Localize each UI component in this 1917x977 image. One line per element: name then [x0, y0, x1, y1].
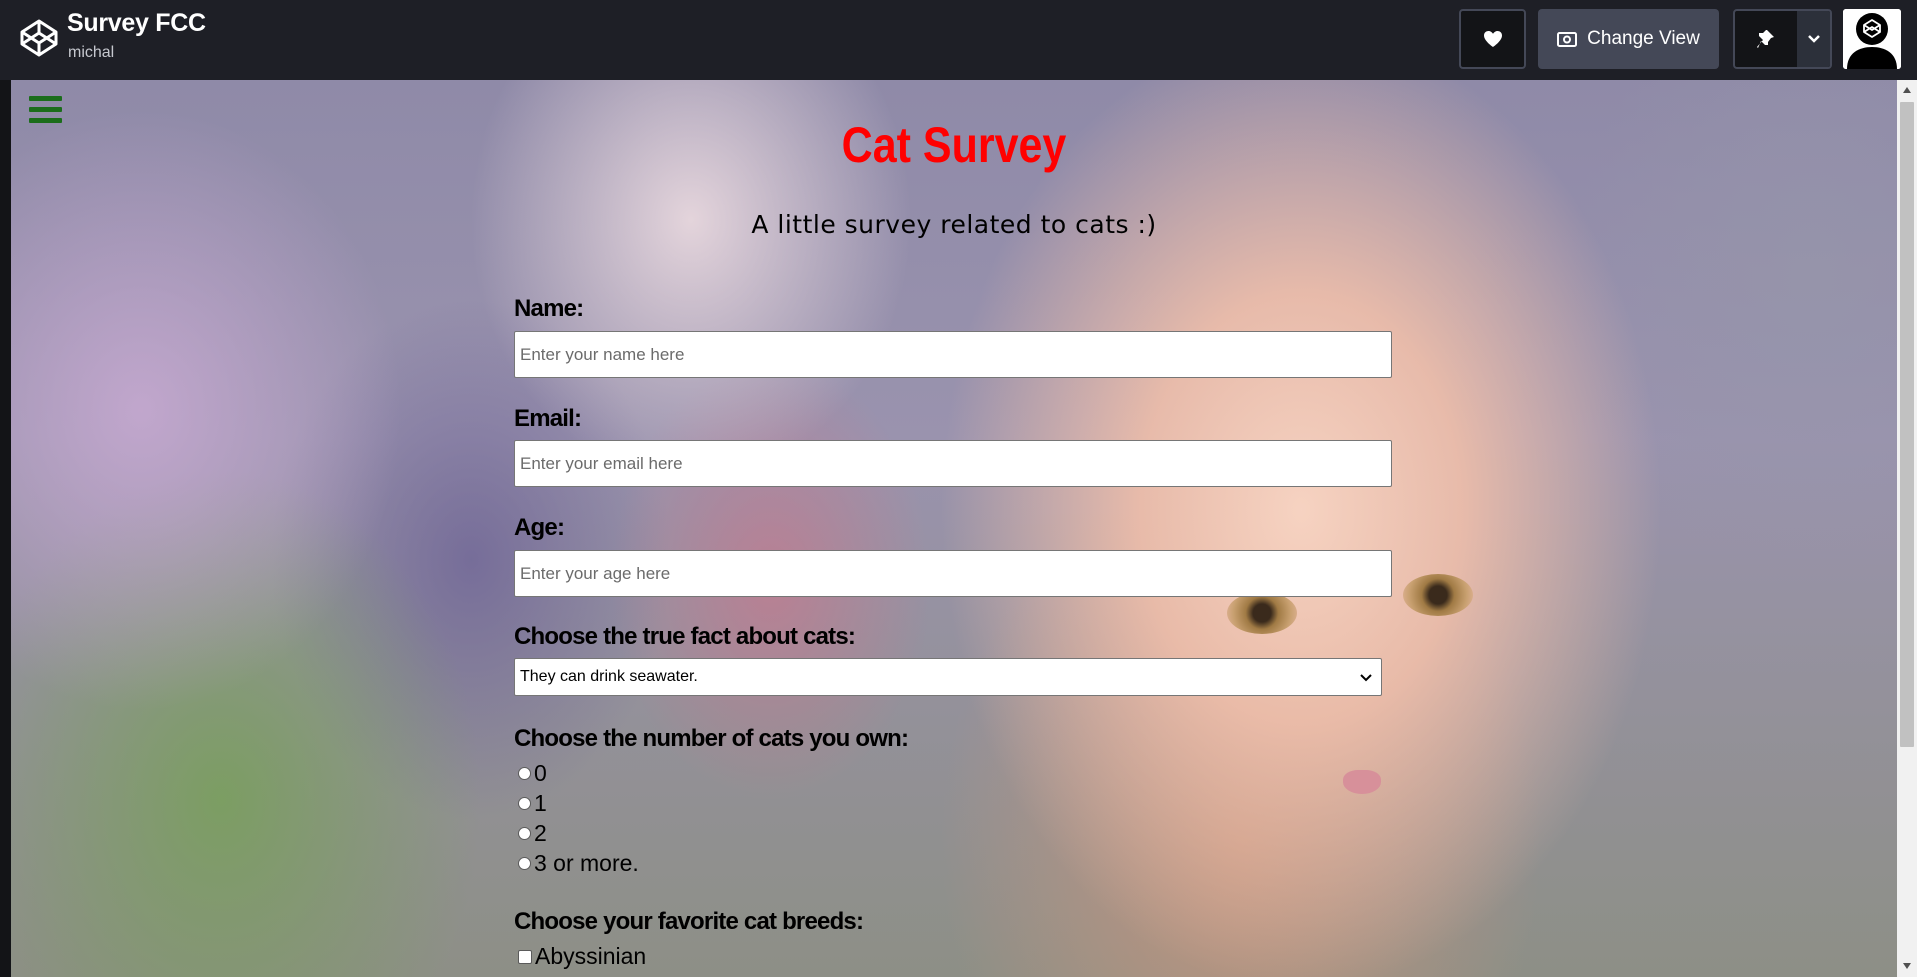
menu-icon[interactable]: [29, 96, 62, 124]
radio-option[interactable]: 1: [518, 790, 547, 817]
scroll-up-arrow-icon[interactable]: [1901, 84, 1913, 96]
user-avatar-icon: [1843, 9, 1901, 69]
user-avatar[interactable]: [1843, 9, 1901, 69]
pin-icon: [1757, 30, 1774, 48]
email-label: Email:: [514, 405, 582, 432]
radio-label: 2: [534, 820, 547, 846]
survey-title: Cat Survey: [841, 117, 1067, 173]
checkbox-label: Abyssinian: [535, 943, 647, 969]
age-label: Age:: [514, 514, 565, 541]
radio-label: 3 or more.: [534, 850, 639, 876]
breeds-label: Choose your favorite cat breeds:: [514, 908, 864, 935]
name-input[interactable]: [514, 331, 1392, 378]
radio-button[interactable]: [518, 767, 531, 780]
age-input[interactable]: [514, 550, 1392, 597]
radio-option[interactable]: 0: [518, 760, 547, 787]
change-view-button[interactable]: Change View: [1538, 9, 1719, 69]
project-title[interactable]: Survey FCC: [67, 9, 206, 38]
change-view-icon: [1557, 32, 1578, 47]
cat-nose-decoration: [1343, 770, 1381, 794]
email-input[interactable]: [514, 440, 1392, 487]
radio-label: 1: [534, 790, 547, 816]
codepen-logo-icon[interactable]: [19, 18, 59, 58]
radio-button[interactable]: [518, 797, 531, 810]
chevron-down-icon: [1807, 35, 1820, 43]
editor-header: Survey FCC michal Change View: [0, 0, 1917, 80]
cat-eye-decoration: [1403, 574, 1473, 616]
pin-dropdown-button[interactable]: [1797, 11, 1830, 67]
cat-eye-decoration: [1227, 592, 1297, 634]
heart-icon: [1483, 31, 1502, 47]
fact-selected-value: They can drink seawater.: [520, 668, 698, 685]
fact-label: Choose the true fact about cats:: [514, 623, 856, 650]
pin-button[interactable]: [1735, 11, 1797, 67]
radio-button[interactable]: [518, 857, 531, 870]
chevron-down-icon: [1360, 674, 1372, 682]
fact-select[interactable]: They can drink seawater.: [514, 658, 1382, 696]
like-button[interactable]: [1459, 9, 1526, 69]
preview-frame: Cat Survey A little survey related to ca…: [11, 80, 1897, 977]
pin-button-group: [1733, 9, 1832, 69]
checkbox[interactable]: [518, 949, 532, 964]
checkbox-option[interactable]: Abyssinian: [518, 943, 646, 970]
scroll-down-arrow-icon[interactable]: [1901, 960, 1913, 972]
cats-owned-label: Choose the number of cats you own:: [514, 725, 909, 752]
radio-option[interactable]: 3 or more.: [518, 850, 639, 877]
scrollbar-thumb[interactable]: [1900, 102, 1914, 747]
name-label: Name:: [514, 295, 584, 322]
radio-button[interactable]: [518, 827, 531, 840]
change-view-label: Change View: [1587, 28, 1700, 49]
project-author[interactable]: michal: [68, 44, 114, 62]
survey-description: A little survey related to cats :): [751, 210, 1157, 239]
radio-label: 0: [534, 760, 547, 786]
radio-option[interactable]: 2: [518, 820, 547, 847]
